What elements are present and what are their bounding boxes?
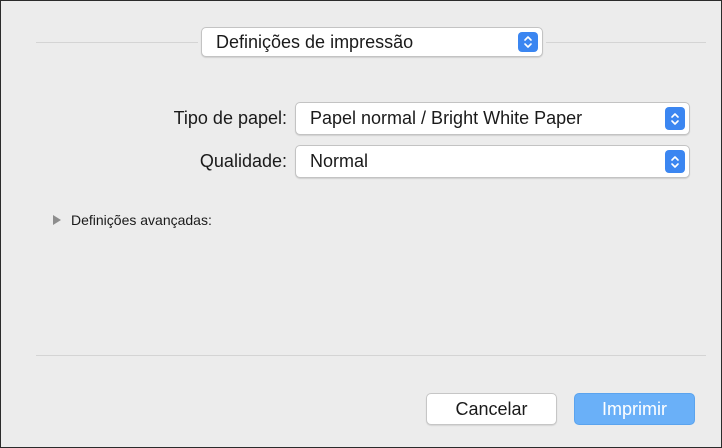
panel-selector-value: Definições de impressão bbox=[216, 31, 414, 52]
header-divider-left bbox=[36, 42, 198, 43]
print-button[interactable]: Imprimir bbox=[574, 393, 695, 425]
up-down-chevron-icon bbox=[518, 32, 538, 52]
print-dialog: Definições de impressão Tipo de papel: P… bbox=[0, 0, 722, 448]
advanced-settings-disclosure[interactable]: Definições avançadas: bbox=[53, 212, 212, 228]
cancel-button[interactable]: Cancelar bbox=[426, 393, 557, 425]
up-down-chevron-icon bbox=[665, 150, 685, 173]
header-divider-right bbox=[546, 42, 706, 43]
quality-value: Normal bbox=[310, 151, 369, 171]
paper-type-popup[interactable]: Papel normal / Bright White Paper bbox=[295, 102, 690, 135]
up-down-chevron-icon bbox=[665, 107, 685, 130]
paper-type-value: Papel normal / Bright White Paper bbox=[310, 108, 583, 128]
quality-popup[interactable]: Normal bbox=[295, 145, 690, 178]
disclosure-triangle-icon[interactable] bbox=[53, 215, 61, 225]
quality-label: Qualidade: bbox=[199, 151, 287, 171]
panel-selector-popup[interactable]: Definições de impressão bbox=[201, 27, 543, 57]
footer-divider bbox=[36, 355, 706, 356]
advanced-settings-label: Definições avançadas: bbox=[71, 212, 212, 228]
paper-type-label: Tipo de papel: bbox=[173, 108, 287, 128]
